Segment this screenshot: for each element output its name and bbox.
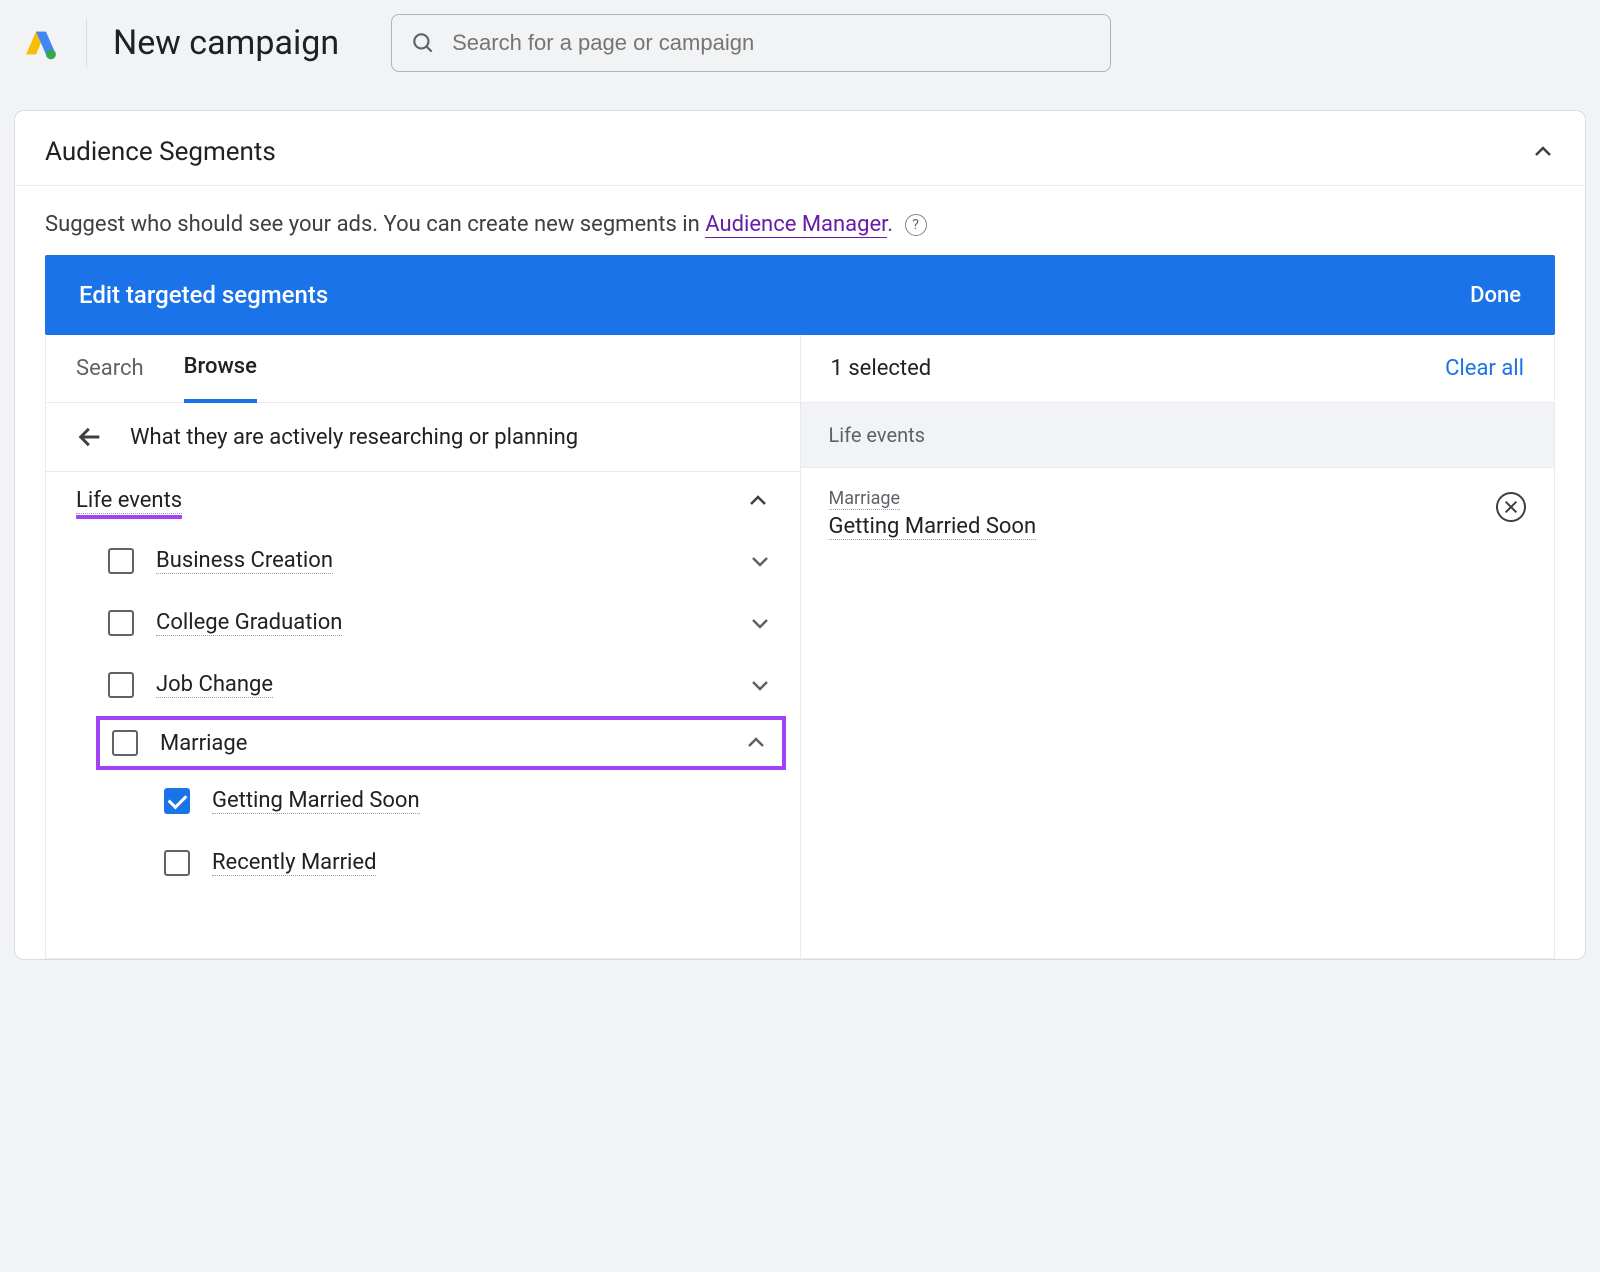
editor-title: Edit targeted segments	[79, 281, 328, 309]
segment-job-change[interactable]: Job Change	[46, 654, 800, 716]
header-search[interactable]	[391, 14, 1111, 72]
chevron-down-icon[interactable]	[748, 673, 772, 697]
checkbox[interactable]	[108, 672, 134, 698]
chevron-down-icon[interactable]	[748, 549, 772, 573]
checkbox[interactable]	[164, 788, 190, 814]
search-icon	[410, 30, 436, 56]
segment-list: Business Creation College Graduation Job…	[46, 530, 800, 958]
app-header: New campaign	[0, 0, 1600, 86]
checkbox[interactable]	[112, 730, 138, 756]
browse-panel: Search Browse What they are actively res…	[46, 335, 801, 958]
category-label: Life events	[76, 488, 182, 514]
chevron-up-icon	[1531, 140, 1555, 164]
chevron-down-icon[interactable]	[748, 611, 772, 635]
selected-category: Life events	[801, 403, 1555, 468]
header-divider	[86, 19, 87, 67]
remove-button[interactable]	[1496, 492, 1526, 522]
segment-college-graduation[interactable]: College Graduation	[46, 592, 800, 654]
segment-recently-married[interactable]: Recently Married	[46, 832, 800, 894]
checkbox[interactable]	[108, 610, 134, 636]
segment-getting-married-soon[interactable]: Getting Married Soon	[46, 770, 800, 832]
chevron-up-icon[interactable]	[744, 731, 768, 755]
audience-manager-link[interactable]: Audience Manager	[705, 212, 887, 238]
checkbox[interactable]	[164, 850, 190, 876]
card-title: Audience Segments	[45, 137, 276, 167]
selected-header: 1 selected Clear all	[801, 335, 1555, 403]
help-icon[interactable]: ?	[905, 214, 927, 236]
google-ads-logo	[22, 24, 60, 62]
segment-business-creation[interactable]: Business Creation	[46, 530, 800, 592]
category-life-events[interactable]: Life events	[46, 472, 800, 530]
editor-panel: Search Browse What they are actively res…	[45, 335, 1555, 959]
chevron-up-icon	[746, 489, 770, 513]
done-button[interactable]: Done	[1470, 283, 1521, 308]
breadcrumb-label: What they are actively researching or pl…	[130, 425, 578, 450]
suggest-text: Suggest who should see your ads. You can…	[15, 186, 1585, 255]
clear-all-button[interactable]: Clear all	[1445, 356, 1524, 381]
segment-marriage[interactable]: Marriage	[96, 716, 786, 770]
search-input[interactable]	[452, 30, 1092, 56]
tab-browse[interactable]: Browse	[184, 335, 257, 403]
card-header[interactable]: Audience Segments	[15, 111, 1585, 185]
selected-item-text: Marriage Getting Married Soon	[829, 488, 1037, 540]
back-arrow-icon[interactable]	[76, 423, 104, 451]
audience-segments-card: Audience Segments Suggest who should see…	[14, 110, 1586, 960]
selected-item: Marriage Getting Married Soon	[801, 468, 1555, 560]
tab-search[interactable]: Search	[76, 335, 144, 403]
selected-count: 1 selected	[831, 356, 932, 381]
browse-breadcrumb[interactable]: What they are actively researching or pl…	[46, 403, 800, 472]
checkbox[interactable]	[108, 548, 134, 574]
selected-panel: 1 selected Clear all Life events Marriag…	[801, 335, 1555, 958]
page-title: New campaign	[113, 23, 339, 63]
editor-tabs: Search Browse	[46, 335, 800, 403]
editor-header: Edit targeted segments Done	[45, 255, 1555, 335]
